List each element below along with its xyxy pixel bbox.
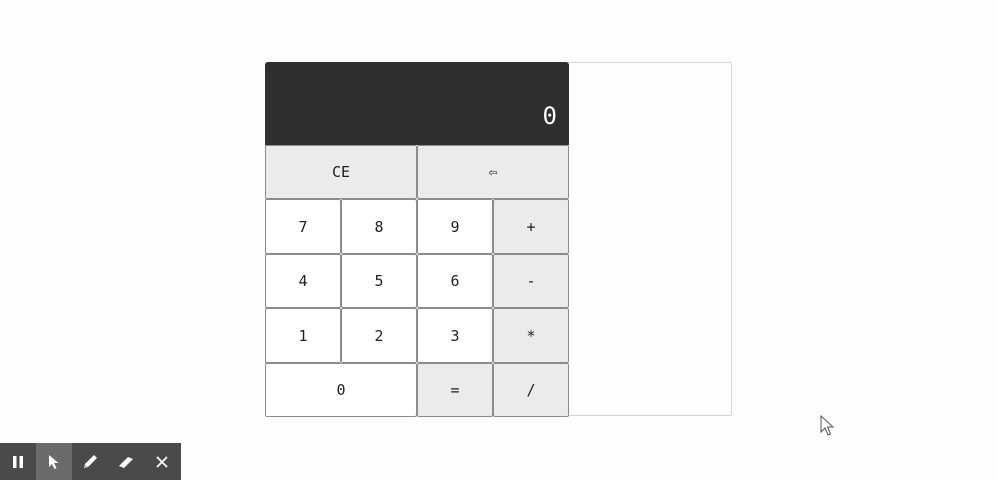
equals-button[interactable]: =	[417, 363, 493, 417]
pause-icon	[13, 455, 23, 468]
minus-button[interactable]: -	[493, 254, 569, 308]
annotation-toolbar	[0, 443, 181, 480]
pointer-tool-button[interactable]	[36, 443, 72, 480]
divide-button[interactable]: /	[493, 363, 569, 417]
pause-button[interactable]	[0, 443, 36, 480]
display-value: 0	[542, 101, 557, 130]
multiply-button[interactable]: *	[493, 308, 569, 363]
mouse-cursor-icon	[820, 415, 835, 436]
pen-tool-button[interactable]	[72, 443, 108, 480]
close-toolbar-button[interactable]	[144, 443, 180, 480]
calculator-display: 0	[265, 62, 569, 145]
digit-9-button[interactable]: 9	[417, 199, 493, 254]
digit-7-button[interactable]: 7	[265, 199, 341, 254]
digit-0-button[interactable]: 0	[265, 363, 417, 417]
eraser-tool-button[interactable]	[108, 443, 144, 480]
digit-8-button[interactable]: 8	[341, 199, 417, 254]
backspace-button[interactable]: ⇦	[417, 145, 569, 199]
plus-button[interactable]: +	[493, 199, 569, 254]
digit-3-button[interactable]: 3	[417, 308, 493, 363]
digit-4-button[interactable]: 4	[265, 254, 341, 308]
clear-entry-button[interactable]: CE	[265, 145, 417, 199]
digit-1-button[interactable]: 1	[265, 308, 341, 363]
eraser-icon	[119, 456, 133, 468]
close-icon	[156, 455, 168, 468]
digit-5-button[interactable]: 5	[341, 254, 417, 308]
pointer-icon	[49, 454, 59, 469]
digit-2-button[interactable]: 2	[341, 308, 417, 363]
digit-6-button[interactable]: 6	[417, 254, 493, 308]
pen-icon	[84, 454, 97, 468]
